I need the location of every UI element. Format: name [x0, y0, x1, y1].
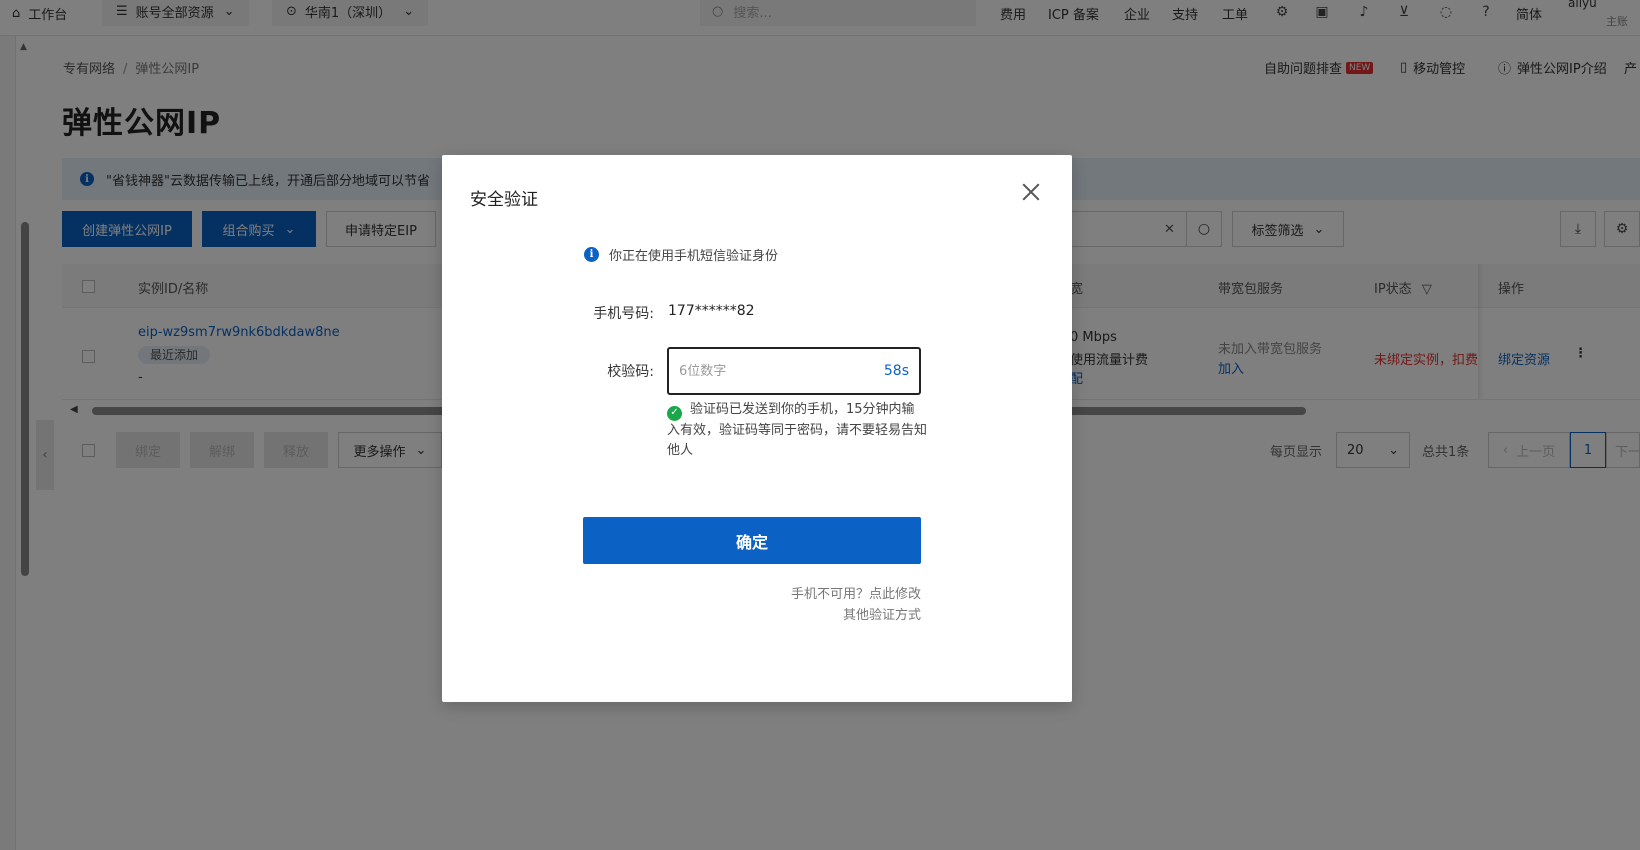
confirm-button[interactable]: 确定 [583, 517, 921, 564]
phone-value: 177******82 [668, 303, 755, 319]
phone-unavailable-link[interactable]: 手机不可用？点此修改 [791, 583, 921, 602]
verification-hint: i 你正在使用手机短信验证身份 [584, 245, 778, 264]
close-icon[interactable] [1020, 181, 1042, 203]
security-verification-dialog: 安全验证 i 你正在使用手机短信验证身份 手机号码: 177******82 校… [442, 155, 1072, 702]
info-icon: i [584, 247, 599, 262]
code-sent-message: ✓ 验证码已发送到你的手机，15分钟内输入有效，验证码等同于密码，请不要轻易告知他… [667, 402, 928, 458]
resend-countdown: 58s [883, 363, 909, 379]
code-input-wrapper[interactable]: 58s [667, 347, 921, 395]
dialog-title: 安全验证 [470, 190, 538, 210]
check-circle-icon: ✓ [667, 405, 682, 421]
other-methods-link[interactable]: 其他验证方式 [843, 604, 921, 623]
phone-label: 手机号码: [593, 306, 654, 322]
code-label: 校验码: [607, 364, 654, 380]
verification-code-input[interactable] [679, 363, 878, 379]
